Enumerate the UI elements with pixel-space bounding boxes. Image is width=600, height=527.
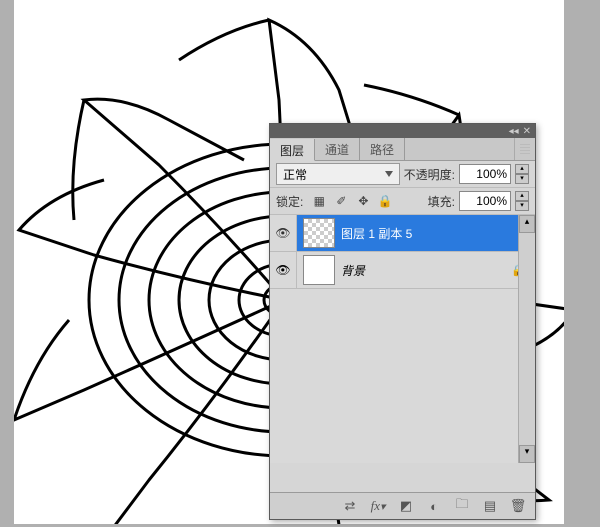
blend-row: 正常 不透明度: ▴▾ xyxy=(270,161,535,188)
lock-transparent-icon[interactable]: ▦ xyxy=(311,193,327,209)
chevron-down-icon xyxy=(385,171,393,177)
lock-all-icon[interactable]: 🔒 xyxy=(377,193,393,209)
opacity-stepper[interactable]: ▴▾ xyxy=(515,164,529,184)
link-icon[interactable]: ⇄ xyxy=(341,497,359,515)
layer-thumbnail[interactable] xyxy=(303,218,335,248)
eye-icon[interactable]: 👁 xyxy=(270,215,297,251)
eye-icon[interactable]: 👁 xyxy=(270,252,297,288)
layers-panel: ◂◂ ✕ 图层 通道 路径 正常 不透明度: ▴▾ 锁定: ▦ ✐ ✥ 🔒 填充… xyxy=(269,123,536,520)
layer-row[interactable]: 👁 图层 1 副本 5 xyxy=(270,215,535,252)
fill-stepper[interactable]: ▴▾ xyxy=(515,191,529,211)
scrollbar[interactable]: ▴ ▾ xyxy=(518,215,535,463)
scroll-down-icon[interactable]: ▾ xyxy=(519,445,535,463)
new-layer-icon[interactable]: ▤ xyxy=(481,497,499,515)
layer-thumbnail[interactable] xyxy=(303,255,335,285)
panel-menu-icon[interactable] xyxy=(514,138,535,160)
fx-icon[interactable]: fx▾ xyxy=(369,497,387,515)
mask-icon[interactable]: ◩ xyxy=(397,497,415,515)
fill-label: 填充: xyxy=(428,193,455,210)
opacity-input[interactable] xyxy=(459,164,511,184)
fill-input[interactable] xyxy=(459,191,511,211)
scroll-up-icon[interactable]: ▴ xyxy=(519,215,535,233)
layer-name[interactable]: 背景 xyxy=(341,262,511,279)
lock-label: 锁定: xyxy=(276,193,303,210)
opacity-label: 不透明度: xyxy=(404,166,455,183)
lock-move-icon[interactable]: ✥ xyxy=(355,193,371,209)
lock-paint-icon[interactable]: ✐ xyxy=(333,193,349,209)
collapse-icon[interactable]: ◂◂ xyxy=(509,126,519,137)
close-icon[interactable]: ✕ xyxy=(523,126,531,137)
blend-mode-value: 正常 xyxy=(283,166,307,183)
layer-name[interactable]: 图层 1 副本 5 xyxy=(341,225,535,242)
tab-layers[interactable]: 图层 xyxy=(270,139,315,161)
lock-row: 锁定: ▦ ✐ ✥ 🔒 填充: ▴▾ xyxy=(270,188,535,215)
panel-titlebar[interactable]: ◂◂ ✕ xyxy=(270,124,535,138)
panel-tabs: 图层 通道 路径 xyxy=(270,138,535,161)
adjust-icon[interactable]: ◐ xyxy=(425,497,443,515)
panel-footer: ⇄ fx▾ ◩ ◐ 🗀 ▤ 🗑 xyxy=(270,492,535,519)
folder-icon[interactable]: 🗀 xyxy=(453,497,471,515)
trash-icon[interactable]: 🗑 xyxy=(509,497,527,515)
layer-row[interactable]: 👁 背景 🔒 xyxy=(270,252,535,289)
layer-list: 👁 图层 1 副本 5 👁 背景 🔒 ▴ ▾ xyxy=(270,215,535,463)
blend-mode-select[interactable]: 正常 xyxy=(276,163,400,185)
tab-channels[interactable]: 通道 xyxy=(315,138,360,160)
tab-paths[interactable]: 路径 xyxy=(360,138,405,160)
